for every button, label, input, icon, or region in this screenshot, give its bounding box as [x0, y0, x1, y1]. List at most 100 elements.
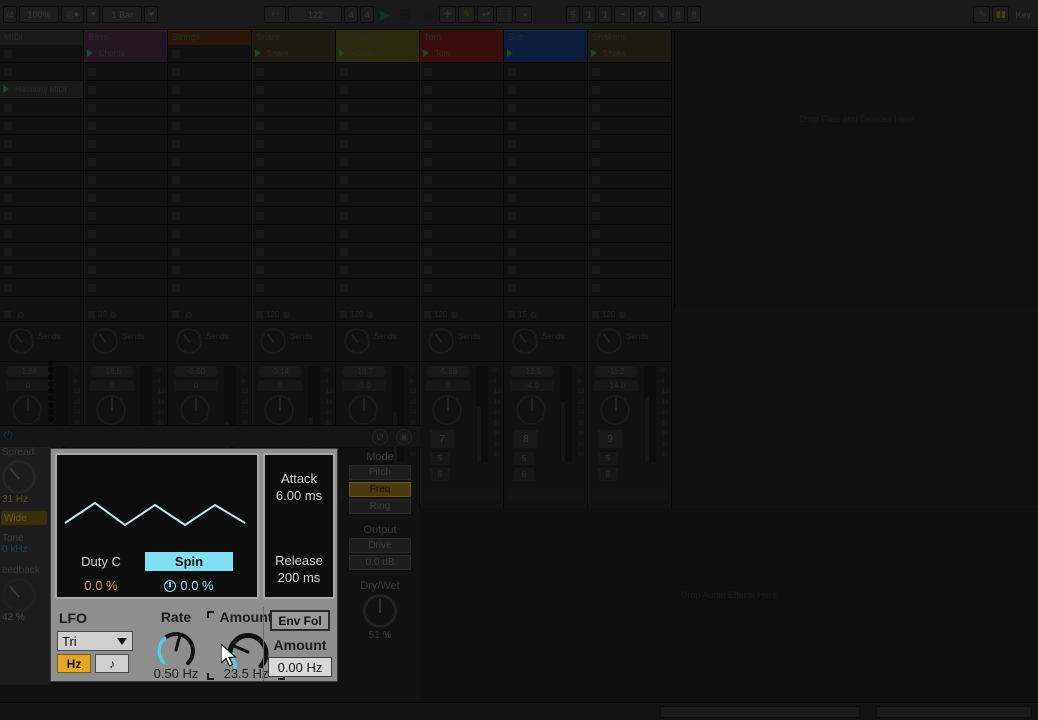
pan-knob[interactable]: [432, 395, 462, 425]
clip-stop-icon[interactable]: [340, 122, 348, 130]
clip-slot[interactable]: [84, 171, 167, 189]
clip-stop-icon[interactable]: [592, 140, 600, 148]
loop-length-field[interactable]: 8: [687, 6, 702, 23]
arm-button[interactable]: 6: [514, 468, 534, 481]
attack-value[interactable]: 6.00 ms: [265, 488, 333, 503]
clip-slot[interactable]: [504, 243, 587, 261]
clip-slot[interactable]: [0, 279, 83, 297]
pan-value[interactable]: 0: [90, 380, 134, 391]
clip-slot[interactable]: [588, 81, 671, 99]
clip-stop-icon[interactable]: [424, 284, 432, 292]
clip-slot[interactable]: [588, 261, 671, 279]
clip-slot[interactable]: [252, 171, 335, 189]
clip-slot[interactable]: [84, 117, 167, 135]
track-io-row[interactable]: 15 ◍: [504, 308, 587, 322]
clip-stop-icon[interactable]: [4, 212, 12, 220]
clip-stop-icon[interactable]: [256, 176, 264, 184]
clip-stop-icon[interactable]: [256, 266, 264, 274]
clip-slot[interactable]: [168, 207, 251, 225]
clip-slot[interactable]: [420, 135, 503, 153]
clip-stop-icon[interactable]: [424, 194, 432, 202]
clip-slot[interactable]: [588, 279, 671, 297]
pan-value[interactable]: 0: [6, 380, 50, 391]
attack-release-display[interactable]: Attack 6.00 ms Release 200 ms: [263, 453, 335, 599]
clip-slot[interactable]: [168, 135, 251, 153]
clip-stop-icon[interactable]: [172, 284, 180, 292]
clip-slot[interactable]: [168, 117, 251, 135]
clip-stop-icon[interactable]: [88, 176, 96, 184]
clip-stop-icon[interactable]: [424, 212, 432, 220]
send-a-knob[interactable]: [596, 328, 622, 354]
clip-stop-icon[interactable]: [88, 212, 96, 220]
rate-mode-hz-button[interactable]: Hz: [57, 654, 91, 673]
clip-slot[interactable]: [420, 279, 503, 297]
clip-slot[interactable]: [504, 45, 587, 63]
lfo-shape-select[interactable]: Tri: [57, 631, 133, 651]
send-a-knob[interactable]: [428, 328, 454, 354]
clip-stop-icon[interactable]: [340, 104, 348, 112]
record-quantize-icon[interactable]: ◍: [282, 310, 289, 319]
clip-slot[interactable]: [168, 63, 251, 81]
clip-stop-icon[interactable]: [172, 140, 180, 148]
clip-slot[interactable]: [420, 207, 503, 225]
clip-stop-icon[interactable]: [340, 194, 348, 202]
volume-value[interactable]: -18.7: [342, 366, 386, 377]
scene-launch-dot[interactable]: [48, 360, 54, 366]
track-io-row[interactable]: 30 ◍: [84, 308, 167, 322]
clip-stop-icon[interactable]: [4, 68, 12, 76]
pan-knob[interactable]: [180, 395, 210, 425]
clip-slot[interactable]: [84, 63, 167, 81]
track-io-row[interactable]: 120 ◍: [336, 308, 419, 322]
clip-stop-icon[interactable]: [340, 68, 348, 76]
amount-knob[interactable]: [225, 629, 269, 671]
clip-stop-icon[interactable]: [508, 230, 516, 238]
clip-slot[interactable]: Chords: [84, 45, 167, 63]
key-mapping-button[interactable]: Key: [1011, 10, 1035, 20]
spin-button[interactable]: Spin: [145, 552, 233, 571]
clip-play-icon[interactable]: [87, 49, 93, 57]
clip-slot[interactable]: [336, 135, 419, 153]
record-quantize-icon[interactable]: ◍: [618, 310, 625, 319]
pen-tool-icon[interactable]: ✎: [973, 6, 991, 23]
drywet-knob[interactable]: [363, 594, 397, 628]
scene-launch-dot[interactable]: [48, 402, 54, 408]
clip-play-icon[interactable]: [423, 49, 429, 57]
clip-stop-icon[interactable]: [256, 248, 264, 256]
arm-button[interactable]: 8: [598, 468, 618, 481]
drywet-value[interactable]: 51 %: [340, 630, 420, 641]
mode-option-pitch[interactable]: Pitch: [349, 465, 411, 480]
clip-slot[interactable]: [252, 63, 335, 81]
clip-slot[interactable]: [588, 117, 671, 135]
scene-launch-dot[interactable]: [48, 409, 54, 415]
clip-stop-icon[interactable]: [172, 194, 180, 202]
clip-stop-icon[interactable]: [340, 248, 348, 256]
clip-slot[interactable]: +Cym: [336, 45, 419, 63]
volume-value[interactable]: -0.50: [174, 366, 218, 377]
clip-slot[interactable]: [168, 243, 251, 261]
clip-slot[interactable]: [336, 99, 419, 117]
clip-stop-icon[interactable]: [172, 122, 180, 130]
clip-slot[interactable]: [252, 153, 335, 171]
stop-clip-icon[interactable]: [508, 311, 515, 318]
device-power-icon[interactable]: ⏻: [4, 430, 13, 443]
scene-launch-dot[interactable]: [48, 374, 54, 380]
clip-stop-icon[interactable]: [424, 140, 432, 148]
tap-tempo-icon[interactable]: +⁃: [264, 6, 287, 23]
clip-stop-icon[interactable]: [256, 104, 264, 112]
clip-slot[interactable]: [252, 261, 335, 279]
send-a-knob[interactable]: [176, 328, 202, 354]
clip-stop-icon[interactable]: [256, 212, 264, 220]
track-io-row[interactable]: 120 ◍: [588, 308, 671, 322]
stop-clip-icon[interactable]: [172, 311, 179, 318]
clip-slot[interactable]: Tom: [420, 45, 503, 63]
clip-slot[interactable]: [504, 261, 587, 279]
clip-slot[interactable]: [504, 99, 587, 117]
pan-knob[interactable]: [96, 395, 126, 425]
clip-stop-icon[interactable]: [592, 266, 600, 274]
record-quantize-icon[interactable]: ◍: [185, 310, 192, 319]
clip-stop-icon[interactable]: [508, 68, 516, 76]
track-header[interactable]: Sub: [504, 30, 587, 45]
clip-slot[interactable]: [420, 81, 503, 99]
clip-stop-icon[interactable]: [256, 122, 264, 130]
track-header[interactable]: Bass: [84, 30, 167, 45]
